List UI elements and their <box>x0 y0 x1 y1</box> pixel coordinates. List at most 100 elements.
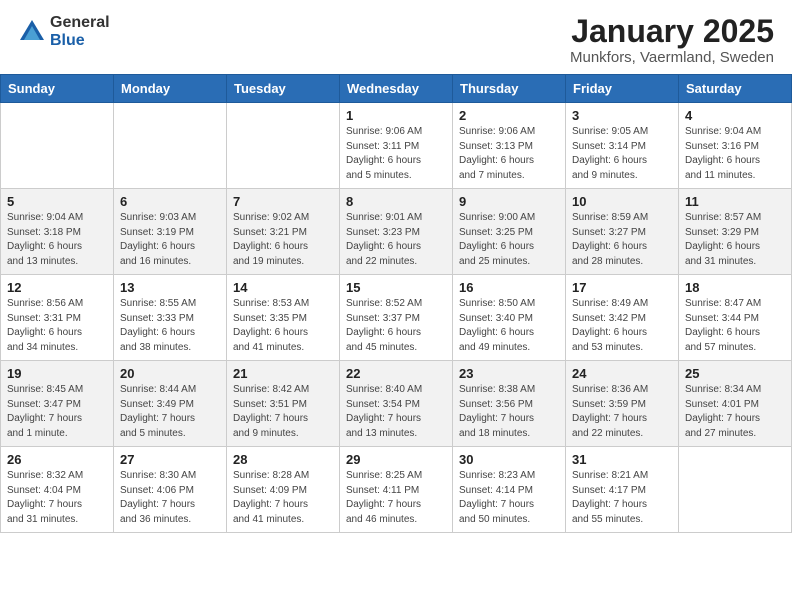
day-info: Sunrise: 9:00 AM Sunset: 3:25 PM Dayligh… <box>459 211 559 269</box>
day-info: Sunrise: 8:40 AM Sunset: 3:54 PM Dayligh… <box>346 383 446 441</box>
day-info: Sunrise: 8:21 AM Sunset: 4:17 PM Dayligh… <box>572 469 672 527</box>
calendar-cell: 5 Sunrise: 9:04 AM Sunset: 3:18 PM Daylig… <box>1 189 114 275</box>
day-info: Sunrise: 8:30 AM Sunset: 4:06 PM Dayligh… <box>120 469 220 527</box>
logo-blue-text: Blue <box>50 32 110 50</box>
day-number: 6 <box>120 194 220 209</box>
day-number: 1 <box>346 108 446 123</box>
col-header-sunday: Sunday <box>1 75 114 103</box>
day-number: 5 <box>7 194 107 209</box>
day-info: Sunrise: 8:34 AM Sunset: 4:01 PM Dayligh… <box>685 383 785 441</box>
day-number: 12 <box>7 280 107 295</box>
day-info: Sunrise: 8:38 AM Sunset: 3:56 PM Dayligh… <box>459 383 559 441</box>
header: General Blue January 2025 Munkfors, Vaer… <box>0 0 792 74</box>
logo-general-text: General <box>50 14 110 32</box>
day-info: Sunrise: 8:52 AM Sunset: 3:37 PM Dayligh… <box>346 297 446 355</box>
day-info: Sunrise: 9:05 AM Sunset: 3:14 PM Dayligh… <box>572 125 672 183</box>
day-info: Sunrise: 8:45 AM Sunset: 3:47 PM Dayligh… <box>7 383 107 441</box>
day-number: 15 <box>346 280 446 295</box>
calendar-cell <box>1 103 114 189</box>
calendar-cell <box>679 447 792 533</box>
day-info: Sunrise: 8:36 AM Sunset: 3:59 PM Dayligh… <box>572 383 672 441</box>
day-info: Sunrise: 8:49 AM Sunset: 3:42 PM Dayligh… <box>572 297 672 355</box>
day-info: Sunrise: 8:28 AM Sunset: 4:09 PM Dayligh… <box>233 469 333 527</box>
day-number: 2 <box>459 108 559 123</box>
day-info: Sunrise: 9:03 AM Sunset: 3:19 PM Dayligh… <box>120 211 220 269</box>
day-number: 20 <box>120 366 220 381</box>
calendar-cell: 18Sunrise: 8:47 AM Sunset: 3:44 PM Dayli… <box>679 275 792 361</box>
day-info: Sunrise: 9:06 AM Sunset: 3:11 PM Dayligh… <box>346 125 446 183</box>
logo-icon <box>18 18 46 46</box>
day-info: Sunrise: 9:04 AM Sunset: 3:18 PM Dayligh… <box>7 211 107 269</box>
calendar-cell: 30Sunrise: 8:23 AM Sunset: 4:14 PM Dayli… <box>453 447 566 533</box>
calendar-cell: 9 Sunrise: 9:00 AM Sunset: 3:25 PM Daylig… <box>453 189 566 275</box>
day-info: Sunrise: 8:47 AM Sunset: 3:44 PM Dayligh… <box>685 297 785 355</box>
day-number: 14 <box>233 280 333 295</box>
day-number: 28 <box>233 452 333 467</box>
day-info: Sunrise: 8:56 AM Sunset: 3:31 PM Dayligh… <box>7 297 107 355</box>
day-number: 7 <box>233 194 333 209</box>
calendar-cell: 7 Sunrise: 9:02 AM Sunset: 3:21 PM Daylig… <box>227 189 340 275</box>
logo-text: General Blue <box>50 14 110 49</box>
day-info: Sunrise: 9:02 AM Sunset: 3:21 PM Dayligh… <box>233 211 333 269</box>
calendar-cell: 24 Sunrise: 8:36 AM Sunset: 3:59 PM Dayli… <box>566 361 679 447</box>
calendar-cell: 22 Sunrise: 8:40 AM Sunset: 3:54 PM Dayli… <box>340 361 453 447</box>
title-area: January 2025 Munkfors, Vaermland, Sweden <box>570 14 774 66</box>
day-number: 22 <box>346 366 446 381</box>
day-number: 17 <box>572 280 672 295</box>
calendar-cell: 19 Sunrise: 8:45 AM Sunset: 3:47 PM Dayli… <box>1 361 114 447</box>
calendar-week-row: 12 Sunrise: 8:56 AM Sunset: 3:31 PM Dayli… <box>1 275 792 361</box>
day-number: 21 <box>233 366 333 381</box>
calendar-cell: 3 Sunrise: 9:05 AM Sunset: 3:14 PM Daylig… <box>566 103 679 189</box>
calendar-cell: 25Sunrise: 8:34 AM Sunset: 4:01 PM Dayli… <box>679 361 792 447</box>
day-number: 3 <box>572 108 672 123</box>
day-number: 13 <box>120 280 220 295</box>
col-header-tuesday: Tuesday <box>227 75 340 103</box>
day-info: Sunrise: 8:59 AM Sunset: 3:27 PM Dayligh… <box>572 211 672 269</box>
calendar-cell: 23 Sunrise: 8:38 AM Sunset: 3:56 PM Dayli… <box>453 361 566 447</box>
day-number: 31 <box>572 452 672 467</box>
calendar-week-row: 5 Sunrise: 9:04 AM Sunset: 3:18 PM Daylig… <box>1 189 792 275</box>
col-header-friday: Friday <box>566 75 679 103</box>
day-number: 27 <box>120 452 220 467</box>
day-info: Sunrise: 9:06 AM Sunset: 3:13 PM Dayligh… <box>459 125 559 183</box>
month-title: January 2025 <box>570 14 774 49</box>
calendar-cell: 31 Sunrise: 8:21 AM Sunset: 4:17 PM Dayli… <box>566 447 679 533</box>
calendar-cell: 21Sunrise: 8:42 AM Sunset: 3:51 PM Dayli… <box>227 361 340 447</box>
day-number: 19 <box>7 366 107 381</box>
calendar-cell: 16Sunrise: 8:50 AM Sunset: 3:40 PM Dayli… <box>453 275 566 361</box>
day-number: 10 <box>572 194 672 209</box>
location: Munkfors, Vaermland, Sweden <box>570 49 774 66</box>
calendar-cell: 4 Sunrise: 9:04 AM Sunset: 3:16 PM Daylig… <box>679 103 792 189</box>
day-number: 4 <box>685 108 785 123</box>
day-number: 9 <box>459 194 559 209</box>
day-number: 29 <box>346 452 446 467</box>
day-number: 11 <box>685 194 785 209</box>
day-number: 23 <box>459 366 559 381</box>
day-info: Sunrise: 8:44 AM Sunset: 3:49 PM Dayligh… <box>120 383 220 441</box>
day-info: Sunrise: 8:53 AM Sunset: 3:35 PM Dayligh… <box>233 297 333 355</box>
day-info: Sunrise: 8:57 AM Sunset: 3:29 PM Dayligh… <box>685 211 785 269</box>
col-header-thursday: Thursday <box>453 75 566 103</box>
calendar-cell: 29Sunrise: 8:25 AM Sunset: 4:11 PM Dayli… <box>340 447 453 533</box>
day-info: Sunrise: 8:23 AM Sunset: 4:14 PM Dayligh… <box>459 469 559 527</box>
calendar-cell: 11 Sunrise: 8:57 AM Sunset: 3:29 PM Dayli… <box>679 189 792 275</box>
calendar-cell: 17 Sunrise: 8:49 AM Sunset: 3:42 PM Dayli… <box>566 275 679 361</box>
day-info: Sunrise: 9:04 AM Sunset: 3:16 PM Dayligh… <box>685 125 785 183</box>
logo: General Blue <box>18 14 110 49</box>
calendar-cell: 28 Sunrise: 8:28 AM Sunset: 4:09 PM Dayli… <box>227 447 340 533</box>
calendar-cell: 6 Sunrise: 9:03 AM Sunset: 3:19 PM Daylig… <box>114 189 227 275</box>
calendar-cell: 14 Sunrise: 8:53 AM Sunset: 3:35 PM Dayli… <box>227 275 340 361</box>
calendar-cell: 27 Sunrise: 8:30 AM Sunset: 4:06 PM Dayli… <box>114 447 227 533</box>
col-header-monday: Monday <box>114 75 227 103</box>
day-info: Sunrise: 8:50 AM Sunset: 3:40 PM Dayligh… <box>459 297 559 355</box>
page: General Blue January 2025 Munkfors, Vaer… <box>0 0 792 612</box>
calendar-cell: 10 Sunrise: 8:59 AM Sunset: 3:27 PM Dayli… <box>566 189 679 275</box>
day-number: 24 <box>572 366 672 381</box>
day-info: Sunrise: 9:01 AM Sunset: 3:23 PM Dayligh… <box>346 211 446 269</box>
col-header-wednesday: Wednesday <box>340 75 453 103</box>
calendar-table: SundayMondayTuesdayWednesdayThursdayFrid… <box>0 74 792 533</box>
calendar-cell: 13Sunrise: 8:55 AM Sunset: 3:33 PM Dayli… <box>114 275 227 361</box>
day-info: Sunrise: 8:32 AM Sunset: 4:04 PM Dayligh… <box>7 469 107 527</box>
calendar-header-row: SundayMondayTuesdayWednesdayThursdayFrid… <box>1 75 792 103</box>
calendar-week-row: 1 Sunrise: 9:06 AM Sunset: 3:11 PM Daylig… <box>1 103 792 189</box>
